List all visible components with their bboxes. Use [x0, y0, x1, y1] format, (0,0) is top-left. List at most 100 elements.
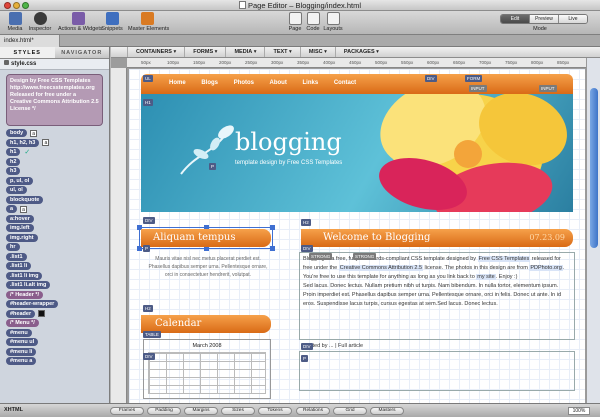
css-rule-item[interactable]: aa: [6, 205, 109, 214]
insert-text-menu[interactable]: TEXT: [264, 47, 299, 57]
element-badge[interactable]: INPUT: [469, 85, 487, 92]
css-rule-item[interactable]: .list1 li: [6, 262, 109, 271]
element-badge[interactable]: H2: [301, 219, 311, 226]
nav-item-photos[interactable]: Photos: [234, 80, 254, 86]
css-rule-item[interactable]: h2: [6, 157, 109, 167]
post-heading[interactable]: Welcome to Blogging 07.23.09: [301, 229, 573, 247]
resize-handle[interactable]: [270, 225, 275, 230]
close-window-button[interactable]: [4, 2, 11, 9]
element-badge[interactable]: STRONG: [309, 253, 333, 260]
minimize-window-button[interactable]: [13, 2, 20, 9]
inspector-button[interactable]: Inspector: [28, 12, 52, 32]
css-rule-item[interactable]: a:hover: [6, 214, 109, 224]
mode-live-preview-button[interactable]: Live Preview: [559, 15, 587, 23]
post-body[interactable]: Blogging is a free, fully standards-comp…: [303, 255, 571, 309]
insert-packages-menu[interactable]: PACKAGES: [334, 47, 387, 57]
relations-toggle[interactable]: Relations: [296, 407, 330, 415]
element-badge[interactable]: UL: [143, 75, 153, 82]
resize-handle[interactable]: [270, 246, 275, 251]
zoom-window-button[interactable]: [22, 2, 29, 9]
masters-toggle[interactable]: Masters: [370, 407, 404, 415]
css-rule-item[interactable]: #header-wrapper: [6, 300, 109, 309]
css-rule-item[interactable]: h1, h2, h3 a: [6, 138, 109, 148]
css-rule-item[interactable]: ul, ol: [6, 186, 109, 195]
css-rule-item[interactable]: #menu li: [6, 347, 109, 357]
post-meta[interactable]: Posted by ... | Full article: [303, 343, 571, 349]
vertical-scrollbar[interactable]: [586, 58, 600, 403]
header-banner[interactable]: blogging template design by Free CSS Tem…: [141, 94, 573, 212]
element-badge[interactable]: DIV: [143, 353, 155, 360]
css-rule-item[interactable]: #header: [6, 309, 109, 319]
tab-navigator[interactable]: NAVIGATOR: [55, 47, 110, 58]
insert-forms-menu[interactable]: FORMS: [184, 47, 225, 57]
scrollbar-thumb[interactable]: [590, 88, 598, 248]
css-rule-item[interactable]: blockquote: [6, 195, 109, 205]
grid-toggle[interactable]: Grid: [333, 407, 367, 415]
nav-item-about[interactable]: About: [269, 80, 286, 86]
calendar-table[interactable]: March 2008: [143, 339, 271, 399]
insert-containers-menu[interactable]: CONTAINERS: [127, 47, 184, 57]
element-badge[interactable]: DIV: [301, 343, 313, 350]
css-comment[interactable]: Design by Free CSS Templates http://www.…: [6, 74, 103, 126]
sidebar-heading[interactable]: Aliquam tempus: [141, 229, 271, 247]
insert-misc-menu[interactable]: MISC: [299, 47, 335, 57]
element-badge[interactable]: STRONG: [353, 253, 377, 260]
css-rule-item[interactable]: .list1: [6, 252, 109, 262]
element-badge[interactable]: H1: [143, 99, 153, 106]
nav-item-links[interactable]: Links: [302, 80, 318, 86]
frames-toggle[interactable]: Frames: [110, 407, 144, 415]
element-badge[interactable]: DIV: [143, 217, 155, 224]
nav-item-home[interactable]: Home: [169, 80, 186, 86]
element-badge[interactable]: P: [209, 163, 217, 170]
css-file-row[interactable]: style.css: [0, 59, 109, 70]
tab-styles[interactable]: STYLES: [0, 47, 55, 58]
sizes-toggle[interactable]: Sizes: [221, 407, 255, 415]
nav-item-contact[interactable]: Contact: [334, 80, 356, 86]
post-link[interactable]: Creative Commons Attribution 2.5: [338, 265, 424, 271]
css-rule-item[interactable]: h3: [6, 167, 109, 176]
element-badge[interactable]: FORM: [465, 75, 483, 82]
element-badge[interactable]: H2: [143, 305, 153, 312]
view-page-button[interactable]: Page: [288, 12, 302, 32]
element-badge[interactable]: P: [143, 245, 151, 252]
element-badge[interactable]: TABLE: [143, 331, 161, 338]
mode-preview-button[interactable]: Preview: [530, 15, 559, 23]
view-layouts-button[interactable]: Layouts: [322, 12, 344, 32]
post-link[interactable]: my site: [476, 274, 496, 280]
css-rule-item[interactable]: p, ul, ol: [6, 176, 109, 186]
css-rule-item[interactable]: body a: [6, 129, 109, 138]
css-rule-item[interactable]: .list1 li img: [6, 271, 109, 281]
nav-menu[interactable]: Home Blogs Photos About Links Contact: [141, 74, 573, 94]
element-badge[interactable]: DIV: [425, 75, 437, 82]
zoom-select[interactable]: 100%: [568, 407, 590, 415]
sidebar-paragraph[interactable]: Mauris vitae nisl nec metus placerat per…: [147, 255, 269, 279]
css-rule-item[interactable]: .list1 li.alt img: [6, 281, 109, 290]
css-rule-item[interactable]: img.left: [6, 224, 109, 233]
css-rule-item[interactable]: #menu: [6, 328, 109, 338]
css-rule-item[interactable]: h1 ✓: [6, 148, 109, 157]
nav-item-blogs[interactable]: Blogs: [201, 80, 218, 86]
padding-toggle[interactable]: Padding: [147, 407, 181, 415]
element-badge[interactable]: INPUT: [539, 85, 557, 92]
document-tab[interactable]: index.html*: [0, 35, 60, 47]
view-code-button[interactable]: Code: [306, 12, 320, 32]
snippets-button[interactable]: Snippets: [100, 12, 124, 32]
post-link[interactable]: PDPhoto.org: [529, 265, 563, 271]
master-elements-button[interactable]: Master Elements: [128, 12, 169, 32]
css-rule-item[interactable]: #menu a: [6, 357, 109, 366]
css-rule-item[interactable]: img.right: [6, 233, 109, 243]
tokens-toggle[interactable]: Tokens: [258, 407, 292, 415]
css-rule-item[interactable]: /* Header */: [6, 290, 109, 300]
css-rule-item[interactable]: /* Menu */: [6, 319, 109, 328]
media-button[interactable]: Media: [4, 12, 26, 32]
post-link[interactable]: Free CSS Templates: [477, 256, 531, 262]
page-preview[interactable]: Home Blogs Photos About Links Contact bl…: [129, 69, 585, 403]
actions-widgets-button[interactable]: Actions & Widgets: [58, 12, 103, 32]
element-badge[interactable]: P: [301, 355, 309, 362]
css-rule-item[interactable]: #menu ul: [6, 338, 109, 347]
margins-toggle[interactable]: Margins: [184, 407, 218, 415]
element-badge[interactable]: DIV: [301, 245, 313, 252]
insert-media-menu[interactable]: MEDIA: [225, 47, 264, 57]
css-rule-item[interactable]: hr: [6, 243, 109, 252]
mode-edit-button[interactable]: Edit: [501, 15, 530, 23]
